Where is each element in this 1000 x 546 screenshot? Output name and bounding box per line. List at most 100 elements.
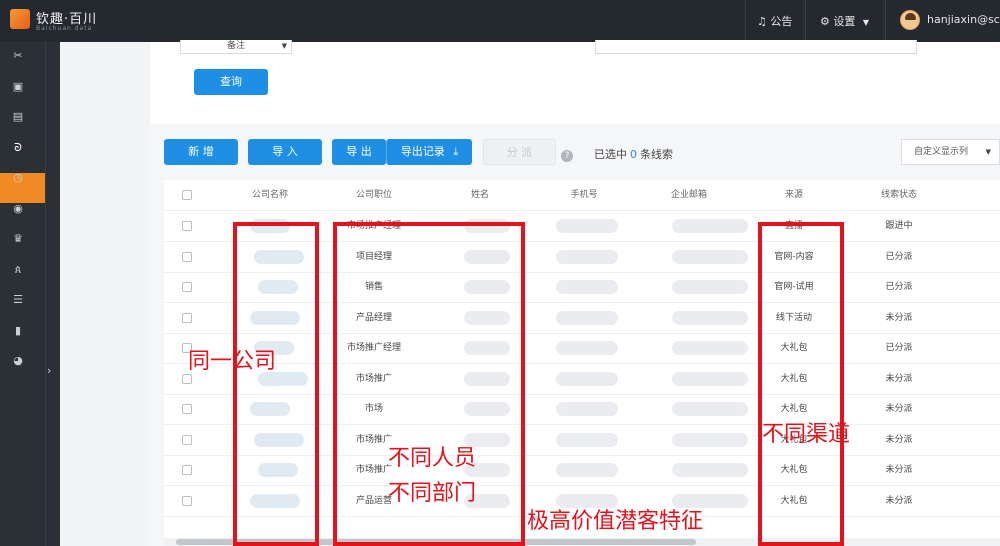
annotation-same-company: 同一公司 — [188, 349, 277, 374]
row-checkbox[interactable] — [182, 495, 192, 506]
leads-icon[interactable]: ᘐ — [10, 140, 26, 156]
bar-chart-icon[interactable]: ▮ — [10, 323, 26, 339]
custom-columns-select[interactable]: 自定义显示列 ▼ — [901, 139, 1000, 165]
export-log-button[interactable]: 导出记录 ⤓ — [386, 139, 472, 165]
phone-redacted — [556, 463, 618, 477]
chevron-down-icon: ▼ — [862, 18, 870, 27]
settings-menu[interactable]: ⚙ 设置 ▼ — [820, 13, 869, 29]
email-redacted — [672, 249, 748, 264]
row-checkbox[interactable] — [182, 251, 192, 262]
export-log-label: 导出记录 — [400, 145, 445, 158]
chevron-down-icon: ▼ — [985, 148, 991, 156]
import-button[interactable]: 导 入 — [248, 139, 322, 165]
notice-label: 公告 — [770, 15, 793, 28]
row-checkbox[interactable] — [182, 373, 192, 384]
email-redacted — [672, 432, 748, 447]
top-bar: 钦趣·百川 Baichuan data ♫ 公告 ⚙ 设置 ▼ hanjiaxi… — [0, 0, 1000, 42]
divider — [885, 0, 886, 42]
phone-redacted — [556, 371, 618, 386]
header-email[interactable]: 企业邮箱 — [649, 180, 729, 210]
phone-redacted — [556, 249, 618, 264]
add-button[interactable]: 新 增 — [164, 139, 238, 165]
gear-icon: ⚙ — [820, 15, 830, 28]
annotation-box-source — [758, 222, 844, 546]
status-cell: 未分派 — [885, 373, 913, 384]
row-checkbox[interactable] — [182, 312, 192, 323]
phone-redacted — [556, 402, 618, 416]
email-redacted — [672, 219, 748, 233]
annotation-diff-dept: 不同部门 — [388, 481, 477, 506]
header-status[interactable]: 线索状态 — [859, 180, 939, 210]
email-redacted — [672, 463, 748, 477]
custom-columns-label: 自定义显示列 — [914, 147, 969, 157]
brand-subtitle: Baichuan data — [36, 25, 93, 32]
row-checkbox[interactable] — [182, 465, 192, 475]
avatar[interactable] — [900, 10, 920, 30]
filter-input[interactable] — [595, 40, 917, 54]
database-icon[interactable]: ☰ — [10, 292, 26, 308]
annotation-box-company — [233, 222, 319, 546]
divider — [745, 0, 746, 42]
header-company[interactable]: 公司名称 — [230, 180, 310, 210]
export-button[interactable]: 导 出 — [332, 139, 386, 165]
palette-icon[interactable]: ◕ — [10, 353, 26, 369]
header-source[interactable]: 来源 — [754, 180, 834, 210]
users-icon[interactable]: ጰ — [10, 262, 26, 278]
email-redacted — [672, 402, 748, 416]
email-redacted — [672, 280, 748, 294]
row-checkbox[interactable] — [182, 282, 192, 292]
row-checkbox[interactable] — [182, 434, 192, 445]
chevron-right-icon[interactable]: › — [47, 364, 51, 377]
download-icon: ⤓ — [453, 145, 459, 158]
clock-icon[interactable]: ◷ — [10, 170, 26, 186]
tools-icon[interactable]: ✂ — [10, 48, 26, 64]
select-all-checkbox[interactable] — [182, 190, 192, 200]
sidebar: ✂ ▣ ▤ ᘐ ◷ ◉ ♛ ጰ ☰ ▮ › ◕ — [0, 42, 60, 546]
header-phone[interactable]: 手机号 — [544, 180, 624, 210]
status-cell: 跟进中 — [885, 221, 913, 231]
email-redacted — [672, 341, 748, 355]
username[interactable]: hanjiaxin@scr... — [927, 13, 1000, 26]
status-cell: 未分派 — [885, 465, 913, 475]
document-icon[interactable]: ▤ — [10, 109, 26, 125]
phone-redacted — [556, 341, 618, 355]
filter-card: 备注 ▼ 查询 — [150, 40, 1000, 124]
monitor-icon[interactable]: ▣ — [10, 79, 26, 95]
target-icon[interactable]: ◉ — [10, 201, 26, 217]
annotation-diff-people: 不同人员 — [388, 446, 477, 471]
query-button[interactable]: 查询 — [194, 69, 268, 95]
status-cell: 未分派 — [885, 404, 913, 414]
selected-prefix: 已选中 — [594, 148, 627, 161]
notice-link[interactable]: ♫ 公告 — [757, 13, 792, 29]
header-position[interactable]: 公司职位 — [334, 180, 414, 210]
annotation-diff-channel: 不同渠道 — [762, 422, 851, 447]
phone-redacted — [556, 310, 618, 325]
row-checkbox[interactable] — [182, 404, 192, 414]
selected-suffix: 条线索 — [640, 148, 673, 161]
settings-label: 设置 — [833, 15, 856, 28]
phone-redacted — [556, 280, 618, 294]
row-checkbox[interactable] — [182, 221, 192, 231]
divider — [805, 0, 806, 42]
status-cell: 未分派 — [885, 434, 913, 445]
left-gutter — [60, 42, 150, 546]
status-cell: 已分派 — [885, 251, 913, 262]
status-cell: 未分派 — [885, 312, 913, 323]
selected-count: 0 — [630, 148, 637, 161]
phone-redacted — [556, 219, 618, 233]
phone-redacted — [556, 432, 618, 447]
divider — [45, 42, 46, 546]
status-cell: 已分派 — [885, 282, 913, 292]
assign-button[interactable]: 分 派 — [483, 139, 556, 165]
status-cell: 已分派 — [885, 343, 913, 353]
remark-select[interactable]: 备注 ▼ — [180, 40, 292, 54]
selection-status: 已选中 0 条线索 — [594, 146, 673, 162]
crown-icon[interactable]: ♛ — [10, 231, 26, 247]
header-name[interactable]: 姓名 — [440, 180, 520, 210]
table-header-row: 公司名称 公司职位 姓名 手机号 企业邮箱 来源 线索状态 — [164, 180, 1000, 211]
help-icon[interactable]: ? — [561, 150, 573, 162]
brand-logo-icon[interactable] — [10, 9, 30, 29]
email-redacted — [672, 371, 748, 386]
annotation-high-value: 极高价值潜客特征 — [527, 509, 704, 534]
bell-icon: ♫ — [757, 15, 767, 28]
